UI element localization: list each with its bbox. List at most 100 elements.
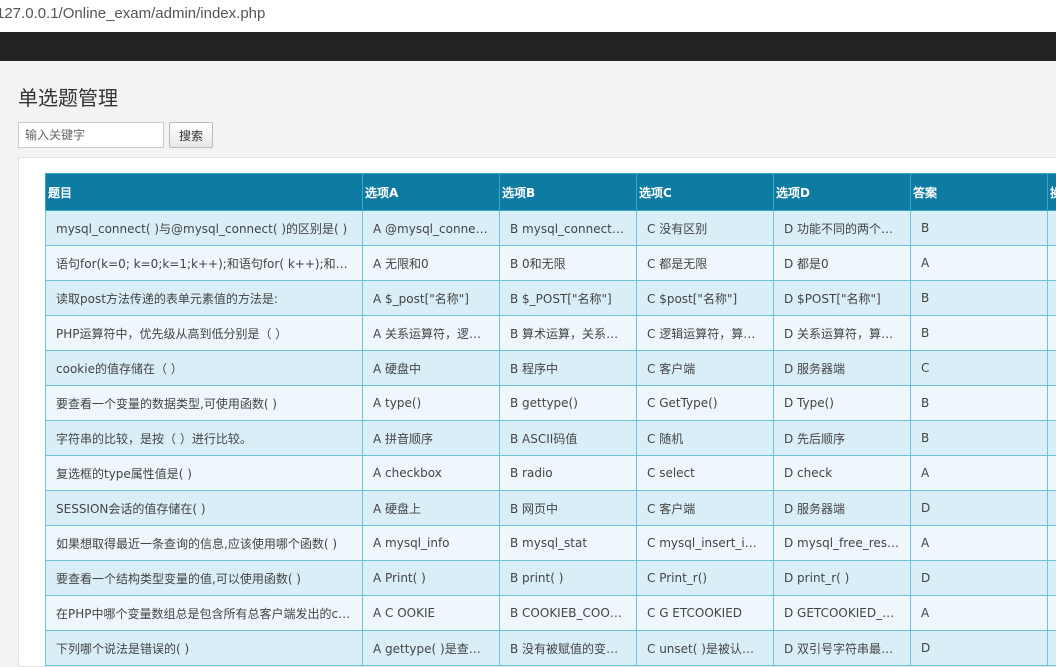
cell-option-c: C 逻辑运算符，算术运算符，关系运算符: [637, 316, 774, 351]
column-header-option-c: 选项C: [637, 174, 774, 211]
cell-actions[interactable]: [1048, 631, 1056, 666]
cell-question: SESSION会话的值存储在( ): [46, 491, 363, 526]
cell-option-c: C 客户端: [637, 351, 774, 386]
table-row[interactable]: 复选框的type属性值是( )A checkboxB radioC select…: [46, 456, 1056, 491]
cell-option-d: D Type(): [774, 386, 911, 421]
page-title: 单选题管理: [18, 82, 118, 111]
search-button[interactable]: 搜索: [169, 122, 213, 148]
cell-option-a: A checkbox: [363, 456, 500, 491]
search-input[interactable]: [18, 122, 164, 148]
cell-option-a: A 硬盘上: [363, 491, 500, 526]
cell-actions[interactable]: [1048, 281, 1056, 316]
cell-actions[interactable]: [1048, 316, 1056, 351]
table-body: mysql_connect( )与@mysql_connect( )的区别是( …: [46, 211, 1056, 666]
column-header-actions: 操: [1048, 174, 1056, 211]
cell-option-b: B 算术运算，关系运算符，逻辑运算符: [500, 316, 637, 351]
cell-question: mysql_connect( )与@mysql_connect( )的区别是( …: [46, 211, 363, 246]
cell-option-d: D 关系运算符，算术运算符，逻辑运算符: [774, 316, 911, 351]
cell-option-c: C 随机: [637, 421, 774, 456]
table-row[interactable]: 读取post方法传递的表单元素值的方法是:A $_post["名称"]B $_P…: [46, 281, 1056, 316]
cell-actions[interactable]: [1048, 526, 1056, 561]
cell-answer: B: [911, 281, 1048, 316]
cell-actions[interactable]: [1048, 491, 1056, 526]
cell-option-a: A $_post["名称"]: [363, 281, 500, 316]
column-header-option-a: 选项A: [363, 174, 500, 211]
cell-option-c: C $post["名称"]: [637, 281, 774, 316]
cell-option-b: B 程序中: [500, 351, 637, 386]
cell-option-c: C select: [637, 456, 774, 491]
table-row[interactable]: 在PHP中哪个变量数组总是包含所有总客户端发出的cookie( )A C OOK…: [46, 596, 1056, 631]
cell-answer: B: [911, 211, 1048, 246]
table-row[interactable]: 如果想取得最近一条查询的信息,应该使用哪个函数( )A mysql_infoB …: [46, 526, 1056, 561]
column-header-answer: 答案: [911, 174, 1048, 211]
cell-actions[interactable]: [1048, 211, 1056, 246]
cell-option-b: B ASCII码值: [500, 421, 637, 456]
cell-option-b: B mysql_stat: [500, 526, 637, 561]
cell-answer: B: [911, 421, 1048, 456]
questions-table: 题目选项A选项B选项C选项D答案操 mysql_connect( )与@mysq…: [45, 173, 1056, 666]
table-row[interactable]: 语句for(k=0; k=0;k=1;k++);和语句for( k++);和语句…: [46, 246, 1056, 281]
cell-actions[interactable]: [1048, 351, 1056, 386]
cell-answer: D: [911, 561, 1048, 596]
browser-address-bar[interactable]: 127.0.0.1/Online_exam/admin/index.php: [0, 0, 1056, 32]
cell-answer: D: [911, 631, 1048, 666]
top-navbar: [0, 32, 1056, 61]
cell-question: 读取post方法传递的表单元素值的方法是:: [46, 281, 363, 316]
cell-option-a: A Print( ): [363, 561, 500, 596]
cell-option-d: D check: [774, 456, 911, 491]
cell-option-a: A @mysql_connect( )不会忽略错误，将错误显示到客户端: [363, 211, 500, 246]
cell-option-c: C 没有区别: [637, 211, 774, 246]
cell-option-d: D 功能不同的两个函数: [774, 211, 911, 246]
cell-option-b: B gettype(): [500, 386, 637, 421]
cell-option-a: A gettype( )是查看变量的数据类型: [363, 631, 500, 666]
column-header-question: 题目: [46, 174, 363, 211]
cell-option-b: B print( ): [500, 561, 637, 596]
table-row[interactable]: PHP运算符中，优先级从高到低分别是（ ）A 关系运算符，逻辑运算符，算术运算符…: [46, 316, 1056, 351]
cell-actions[interactable]: [1048, 246, 1056, 281]
cell-answer: A: [911, 526, 1048, 561]
column-header-option-d: 选项D: [774, 174, 911, 211]
cell-option-c: C unset( )是被认为为NULL: [637, 631, 774, 666]
cell-answer: A: [911, 456, 1048, 491]
cell-question: cookie的值存储在（ ）: [46, 351, 363, 386]
table-row[interactable]: cookie的值存储在（ ）A 硬盘中B 程序中C 客户端D 服务器端C: [46, 351, 1056, 386]
cell-option-b: B COOKIEB_COOKIE: [500, 596, 637, 631]
cell-question: 语句for(k=0; k=0;k=1;k++);和语句for( k++);和语句…: [46, 246, 363, 281]
table-row[interactable]: 下列哪个说法是错误的( )A gettype( )是查看变量的数据类型B 没有被…: [46, 631, 1056, 666]
cell-option-b: B radio: [500, 456, 637, 491]
cell-question: 在PHP中哪个变量数组总是包含所有总客户端发出的cookie( ): [46, 596, 363, 631]
cell-option-b: B $_POST["名称"]: [500, 281, 637, 316]
cell-option-b: B 0和无限: [500, 246, 637, 281]
cell-answer: C: [911, 351, 1048, 386]
cell-answer: A: [911, 246, 1048, 281]
cell-actions[interactable]: [1048, 421, 1056, 456]
cell-option-d: D mysql_free_result: [774, 526, 911, 561]
table-row[interactable]: mysql_connect( )与@mysql_connect( )的区别是( …: [46, 211, 1056, 246]
cell-option-a: A mysql_info: [363, 526, 500, 561]
cell-option-c: C 客户端: [637, 491, 774, 526]
cell-question: 字符串的比较，是按（ ）进行比较。: [46, 421, 363, 456]
table-row[interactable]: 要查看一个变量的数据类型,可使用函数( )A type()B gettype()…: [46, 386, 1056, 421]
column-header-option-b: 选项B: [500, 174, 637, 211]
table-row[interactable]: 要查看一个结构类型变量的值,可以使用函数( )A Print( )B print…: [46, 561, 1056, 596]
cell-option-a: A 硬盘中: [363, 351, 500, 386]
table-row[interactable]: 字符串的比较，是按（ ）进行比较。A 拼音顺序B ASCII码值C 随机D 先后…: [46, 421, 1056, 456]
cell-option-d: D 双引号字符串最重要的特点是: [774, 631, 911, 666]
cell-actions[interactable]: [1048, 456, 1056, 491]
cell-actions[interactable]: [1048, 561, 1056, 596]
header-row: 题目选项A选项B选项C选项D答案操: [46, 174, 1056, 211]
cell-option-d: D $POST["名称"]: [774, 281, 911, 316]
cell-option-c: C GetType(): [637, 386, 774, 421]
cell-option-a: A 关系运算符，逻辑运算符，算术运算符: [363, 316, 500, 351]
cell-actions[interactable]: [1048, 386, 1056, 421]
cell-option-c: C 都是无限: [637, 246, 774, 281]
address-url-text: 127.0.0.1/Online_exam/admin/index.php: [0, 5, 265, 22]
table-row[interactable]: SESSION会话的值存储在( )A 硬盘上B 网页中C 客户端D 服务器端D: [46, 491, 1056, 526]
cell-actions[interactable]: [1048, 596, 1056, 631]
cell-option-a: A 拼音顺序: [363, 421, 500, 456]
cell-option-d: D 服务器端: [774, 491, 911, 526]
cell-option-b: B 没有被赋值的变量是NULL: [500, 631, 637, 666]
cell-answer: B: [911, 386, 1048, 421]
cell-question: 如果想取得最近一条查询的信息,应该使用哪个函数( ): [46, 526, 363, 561]
cell-question: 复选框的type属性值是( ): [46, 456, 363, 491]
